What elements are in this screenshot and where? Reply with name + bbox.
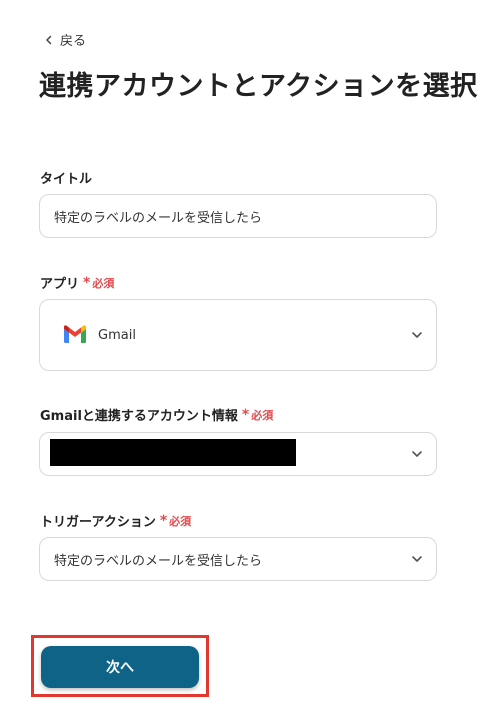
gmail-logo-icon — [64, 325, 86, 343]
account-label-text: Gmailと連携するアカウント情報 — [40, 409, 238, 424]
chevron-left-icon — [46, 35, 52, 44]
required-badge: * 必須 — [242, 407, 273, 423]
required-badge: * 必須 — [160, 513, 191, 529]
app-select-value: Gmail — [40, 325, 136, 345]
app-select[interactable]: Gmail — [39, 299, 437, 371]
app-select-text: Gmail — [98, 327, 136, 343]
account-select[interactable] — [39, 432, 437, 476]
chevron-down-icon[interactable] — [410, 552, 424, 566]
chevron-down-icon[interactable] — [410, 447, 424, 461]
account-field-label: Gmailと連携するアカウント情報 * 必須 — [40, 405, 273, 425]
app-field-label: アプリ * 必須 — [40, 273, 114, 293]
chevron-down-icon[interactable] — [410, 328, 424, 342]
asterisk-icon: * — [241, 406, 250, 423]
title-field-label: タイトル — [40, 168, 92, 187]
required-text: 必須 — [92, 276, 115, 290]
page-title: 連携アカウントとアクションを選択 — [39, 71, 478, 102]
required-text: 必須 — [169, 514, 192, 528]
required-badge: * 必須 — [83, 275, 114, 291]
next-button-highlight: 次へ — [31, 635, 209, 697]
next-button[interactable]: 次へ — [41, 646, 199, 688]
title-field[interactable] — [39, 194, 437, 238]
title-input[interactable] — [40, 195, 436, 237]
redacted-account-value — [50, 439, 296, 466]
back-link[interactable]: 戻る — [44, 30, 86, 49]
asterisk-icon: * — [83, 274, 91, 291]
app-label-text: アプリ — [40, 277, 80, 292]
required-text: 必須 — [251, 408, 274, 422]
trigger-field-label: トリガーアクション * 必須 — [40, 511, 191, 531]
trigger-select[interactable]: 特定のラベルのメールを受信したら — [39, 537, 437, 581]
page: 戻る 連携アカウントとアクションを選択 タイトル アプリ * 必須 Gmail — [0, 0, 502, 704]
asterisk-icon: * — [159, 512, 168, 529]
back-label: 戻る — [60, 34, 87, 49]
title-label-text: タイトル — [40, 172, 93, 187]
trigger-select-text: 特定のラベルのメールを受信したら — [54, 553, 263, 569]
trigger-label-text: トリガーアクション — [40, 515, 156, 530]
